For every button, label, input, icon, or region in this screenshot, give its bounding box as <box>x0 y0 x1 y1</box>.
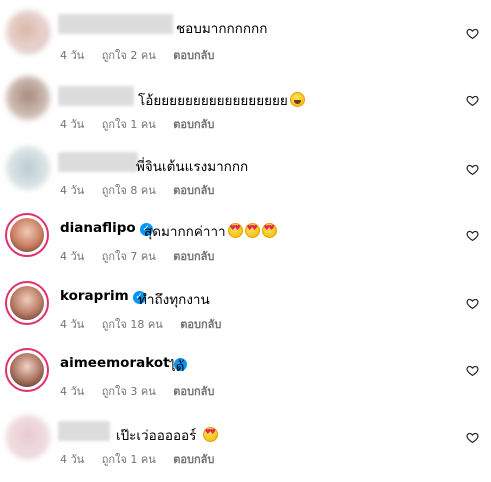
comment-item: เป๊ะเว่อออออร์ 4 วัน ถูกใจ 1 คน ตอบกลับ <box>0 415 491 475</box>
comment-item: koraprim ✓ ทำถึงทุกงาน 4 วัน ถูกใจ 18 คน … <box>0 281 491 341</box>
reply-button[interactable]: ตอบกลับ <box>180 318 221 331</box>
comment-meta: 4 วัน ถูกใจ 7 คน ตอบกลับ <box>60 247 228 265</box>
username-redacted <box>58 86 134 106</box>
heart-eyes-emoji <box>202 427 218 442</box>
avatar[interactable] <box>6 76 50 120</box>
comment-username[interactable]: aimeemorakot ✓ <box>60 355 187 371</box>
comment-time: 4 วัน <box>60 385 85 398</box>
username-redacted <box>58 152 138 172</box>
comment-meta: 4 วัน ถูกใจ 8 คน ตอบกลับ <box>60 181 228 199</box>
heart-outline-icon[interactable] <box>466 27 479 40</box>
comment-time: 4 วัน <box>60 118 85 131</box>
heart-outline-icon[interactable] <box>466 229 479 242</box>
like-count[interactable]: ถูกใจ 1 คน <box>102 453 156 466</box>
avatar[interactable] <box>5 281 49 325</box>
comment-meta: 4 วัน ถูกใจ 1 คน ตอบกลับ <box>60 450 228 468</box>
comment-time: 4 วัน <box>60 184 85 197</box>
reply-button[interactable]: ตอบกลับ <box>173 453 214 466</box>
like-count[interactable]: ถูกใจ 1 คน <box>102 118 156 131</box>
like-count[interactable]: ถูกใจ 8 คน <box>102 184 156 197</box>
comment-username[interactable]: koraprim ✓ <box>60 288 146 304</box>
comment-meta: 4 วัน ถูกใจ 3 คน ตอบกลับ <box>60 382 228 400</box>
heart-eyes-emoji <box>227 223 243 238</box>
comment-time: 4 วัน <box>60 318 85 331</box>
heart-outline-icon[interactable] <box>466 431 479 444</box>
heart-outline-icon[interactable] <box>466 94 479 107</box>
reply-button[interactable]: ตอบกลับ <box>173 118 214 131</box>
like-count[interactable]: ถูกใจ 7 คน <box>102 250 156 263</box>
comment-time: 4 วัน <box>60 49 85 62</box>
avatar[interactable] <box>6 10 50 54</box>
heart-outline-icon[interactable] <box>466 364 479 377</box>
avatar[interactable] <box>5 213 49 257</box>
heart-outline-icon[interactable] <box>466 163 479 176</box>
comment-item: dianaflipo✓ สุดมากกค่าาา 4 วัน ถูกใจ 7 ค… <box>0 213 491 273</box>
reply-button[interactable]: ตอบกลับ <box>173 385 214 398</box>
comment-time: 4 วัน <box>60 453 85 466</box>
avatar[interactable] <box>6 146 50 190</box>
username-redacted <box>58 14 173 34</box>
avatar[interactable] <box>5 348 49 392</box>
comment-text: พี่จินเต้นแรงมากกก <box>136 159 249 175</box>
comment-text: ได้ <box>169 359 185 375</box>
heart-eyes-emoji <box>244 223 260 238</box>
username-redacted <box>58 421 110 441</box>
comment-text: เป๊ะเว่อออออร์ <box>116 424 218 446</box>
like-count[interactable]: ถูกใจ 2 คน <box>102 49 156 62</box>
comment-text: ชอบมากกกกกก <box>176 21 268 37</box>
comment-text: ทำถึงทุกงาน <box>138 292 210 308</box>
reply-button[interactable]: ตอบกลับ <box>173 49 214 62</box>
heart-outline-icon[interactable] <box>466 297 479 310</box>
comment-item: ชอบมากกกกกก 4 วัน ถูกใจ 2 คน ตอบกลับ <box>0 10 491 70</box>
avatar[interactable] <box>6 415 50 459</box>
comment-meta: 4 วัน ถูกใจ 18 คน ตอบกลับ <box>60 315 235 333</box>
comment-list: ชอบมากกกกกก 4 วัน ถูกใจ 2 คน ตอบกลับ โอ้… <box>0 0 491 482</box>
heart-eyes-emoji <box>261 223 277 238</box>
comment-item: aimeemorakot ✓ ได้ 4 วัน ถูกใจ 3 คน ตอบกล… <box>0 348 491 408</box>
like-count[interactable]: ถูกใจ 3 คน <box>102 385 156 398</box>
comment-text: สุดมากกค่าาา <box>144 220 277 242</box>
reply-button[interactable]: ตอบกลับ <box>173 250 214 263</box>
comment-meta: 4 วัน ถูกใจ 1 คน ตอบกลับ <box>60 115 228 133</box>
laughing-tears-emoji <box>289 92 305 107</box>
comment-time: 4 วัน <box>60 250 85 263</box>
reply-button[interactable]: ตอบกลับ <box>173 184 214 197</box>
comment-item: โอ้ยยยยยยยยยยยยยยยยย 4 วัน ถูกใจ 1 คน ตอ… <box>0 76 491 136</box>
like-count[interactable]: ถูกใจ 18 คน <box>102 318 163 331</box>
comment-item: พี่จินเต้นแรงมากกก 4 วัน ถูกใจ 8 คน ตอบก… <box>0 146 491 206</box>
comment-meta: 4 วัน ถูกใจ 2 คน ตอบกลับ <box>60 46 228 64</box>
comment-text: โอ้ยยยยยยยยยยยยยยยยย <box>138 89 305 111</box>
comment-username[interactable]: dianaflipo ✓ <box>60 220 153 236</box>
